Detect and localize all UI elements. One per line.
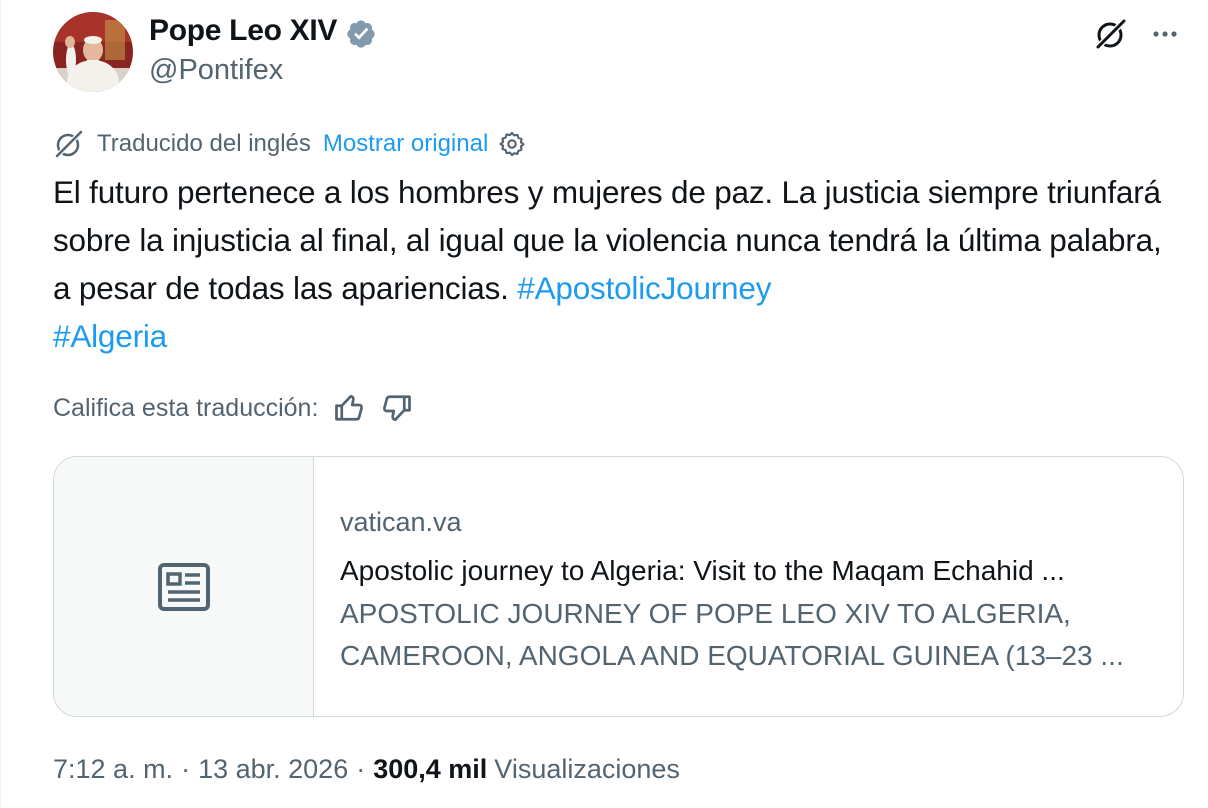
thumbs-up-icon[interactable] <box>332 390 368 426</box>
meta-separator: · <box>181 754 191 784</box>
link-card-thumbnail <box>54 457 314 716</box>
hashtag-algeria[interactable]: #Algeria <box>53 318 167 354</box>
more-options-icon[interactable] <box>1145 16 1185 52</box>
link-card-body: vatican.va Apostolic journey to Algeria:… <box>314 457 1180 716</box>
verified-badge-icon <box>347 20 375 48</box>
tweet-date[interactable]: 13 abr. 2026 <box>198 754 348 785</box>
tweet-detail: Pope Leo XIV @Pontifex Traducido del ing… <box>0 0 1208 808</box>
views-count: 300,4 mil <box>373 754 488 784</box>
link-card-description: APOSTOLIC JOURNEY OF POPE LEO XIV TO ALG… <box>340 598 1124 671</box>
author-handle[interactable]: @Pontifex <box>149 54 283 87</box>
hashtag-apostolic-journey[interactable]: #ApostolicJourney <box>517 270 771 306</box>
views-label: Visualizaciones <box>494 754 680 784</box>
article-icon <box>157 562 210 611</box>
rate-translation-row: Califica esta traducción: <box>53 390 414 426</box>
show-original-link[interactable]: Mostrar original <box>323 130 488 158</box>
meta-separator: · <box>356 754 366 784</box>
settings-gear-icon[interactable] <box>498 130 526 158</box>
grok-icon[interactable] <box>1093 16 1129 52</box>
thumbs-down-icon[interactable] <box>378 390 414 426</box>
link-card-domain: vatican.va <box>340 507 462 537</box>
avatar-photo <box>53 12 133 92</box>
translate-icon <box>54 130 83 159</box>
author-name[interactable]: Pope Leo XIV <box>149 14 337 48</box>
author-avatar[interactable] <box>53 12 133 92</box>
translation-bar: Traducido del inglés Mostrar original <box>53 128 526 160</box>
translated-from-label: Traducido del inglés <box>97 130 311 157</box>
rate-translation-label: Califica esta traducción: <box>53 393 319 422</box>
tweet-meta: 7:12 a. m. · 13 abr. 2026 · 300,4 mil Vi… <box>53 754 680 785</box>
link-preview-card[interactable]: vatican.va Apostolic journey to Algeria:… <box>53 456 1184 717</box>
tweet-text: El futuro pertenece a los hombres y muje… <box>53 168 1183 360</box>
link-card-title: Apostolic journey to Algeria: Visit to t… <box>340 555 1065 586</box>
tweet-time[interactable]: 7:12 a. m. <box>53 754 173 785</box>
